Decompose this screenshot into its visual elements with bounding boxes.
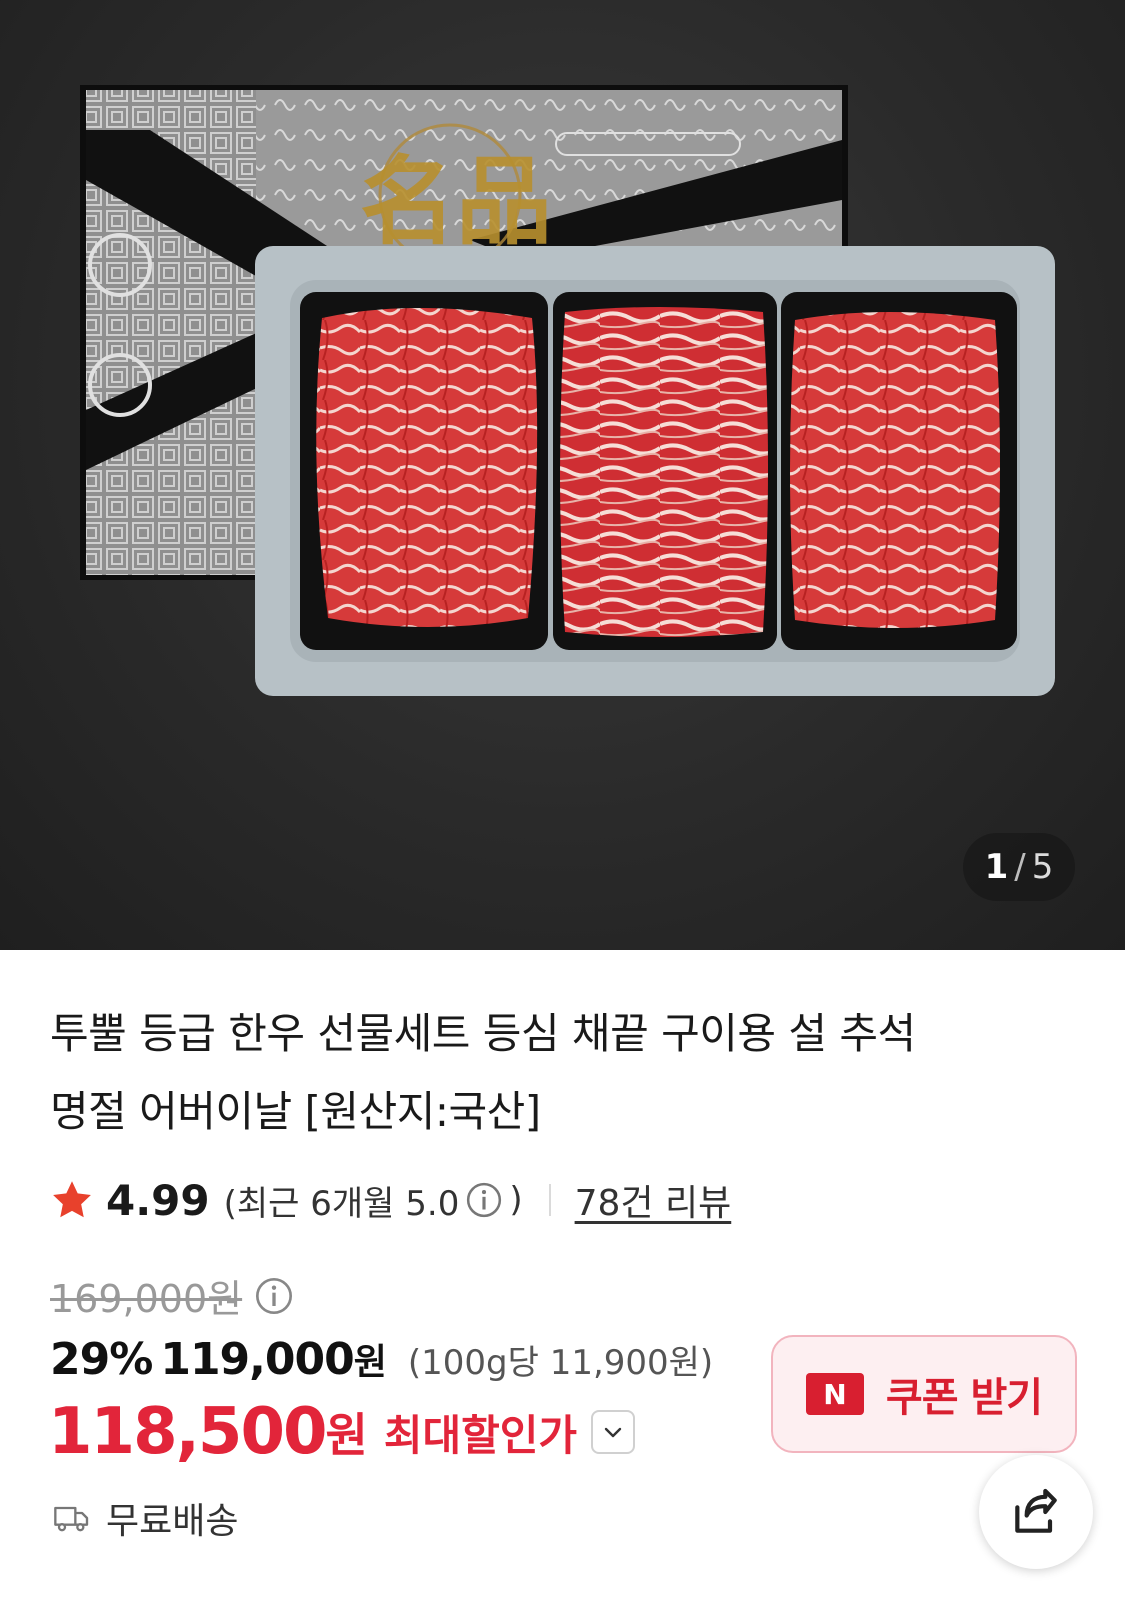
image-counter-current: 1 — [984, 847, 1009, 887]
shipping-label: 무료배송 — [106, 1501, 239, 1542]
truck-icon — [54, 1506, 89, 1532]
max-discount-price: 118,500 — [48, 1395, 327, 1469]
recent-rating-close: ) — [509, 1180, 523, 1220]
rating-row: 4.99 (최근 6개월 5.0 ) 78건 리뷰 — [50, 1175, 731, 1225]
coupon-icon: N — [805, 1373, 864, 1415]
product-title-line2: 명절 어버이날 [원산지:국산] — [50, 1087, 541, 1136]
share-button[interactable] — [979, 1455, 1093, 1569]
image-counter: 1 / 5 — [963, 833, 1075, 901]
unit-price: (100g당 11,900원) — [407, 1343, 714, 1383]
max-discount-won: 원 — [325, 1408, 368, 1462]
product-title-line1: 투뿔 등급 한우 선물세트 등심 채끝 구이용 설 추석 — [50, 1009, 916, 1058]
product-title: 투뿔 등급 한우 선물세트 등심 채끝 구이용 설 추석 명절 어버이날 [원산… — [50, 995, 1050, 1151]
price-info-icon[interactable] — [254, 1276, 294, 1316]
discount-rate: 29% — [50, 1334, 153, 1385]
share-icon — [1015, 1488, 1057, 1533]
shipping-row: 무료배송 — [50, 1492, 238, 1544]
max-discount-row: 118,500 원 최대할인가 — [48, 1395, 636, 1469]
coupon-button[interactable]: N 쿠폰 받기 — [771, 1335, 1077, 1453]
chevron-down-icon — [604, 1427, 622, 1438]
max-discount-label: 최대할인가 — [383, 1410, 578, 1460]
info-icon[interactable] — [465, 1181, 503, 1219]
product-image-gallery[interactable]: 名品 1 / 5 — [0, 0, 1125, 950]
sale-price-won: 원 — [353, 1342, 387, 1383]
coupon-button-label: 쿠폰 받기 — [885, 1375, 1043, 1421]
original-price-row: 169,000원 — [50, 1268, 300, 1323]
original-price: 169,000원 — [50, 1277, 243, 1321]
divider — [548, 1184, 551, 1216]
sale-price-row: 29% 119,000원 (100g당 11,900원) — [50, 1333, 713, 1385]
rating-score: 4.99 — [106, 1175, 210, 1225]
recent-rating: (최근 6개월 5.0 ) — [224, 1176, 523, 1225]
max-discount-toggle[interactable] — [591, 1410, 636, 1454]
star-icon — [53, 1181, 91, 1218]
image-counter-separator: / — [1014, 847, 1026, 887]
product-image: 名品 — [80, 85, 1055, 696]
review-count-link[interactable]: 78건 리뷰 — [575, 1174, 732, 1226]
sale-price-value: 119,000 — [160, 1334, 354, 1385]
recent-rating-label: (최근 6개월 5.0 — [223, 1183, 460, 1224]
box-lid-seal: 名品 — [360, 145, 552, 258]
sale-price: 119,000원 — [160, 1333, 387, 1385]
image-counter-total: 5 — [1031, 847, 1054, 887]
